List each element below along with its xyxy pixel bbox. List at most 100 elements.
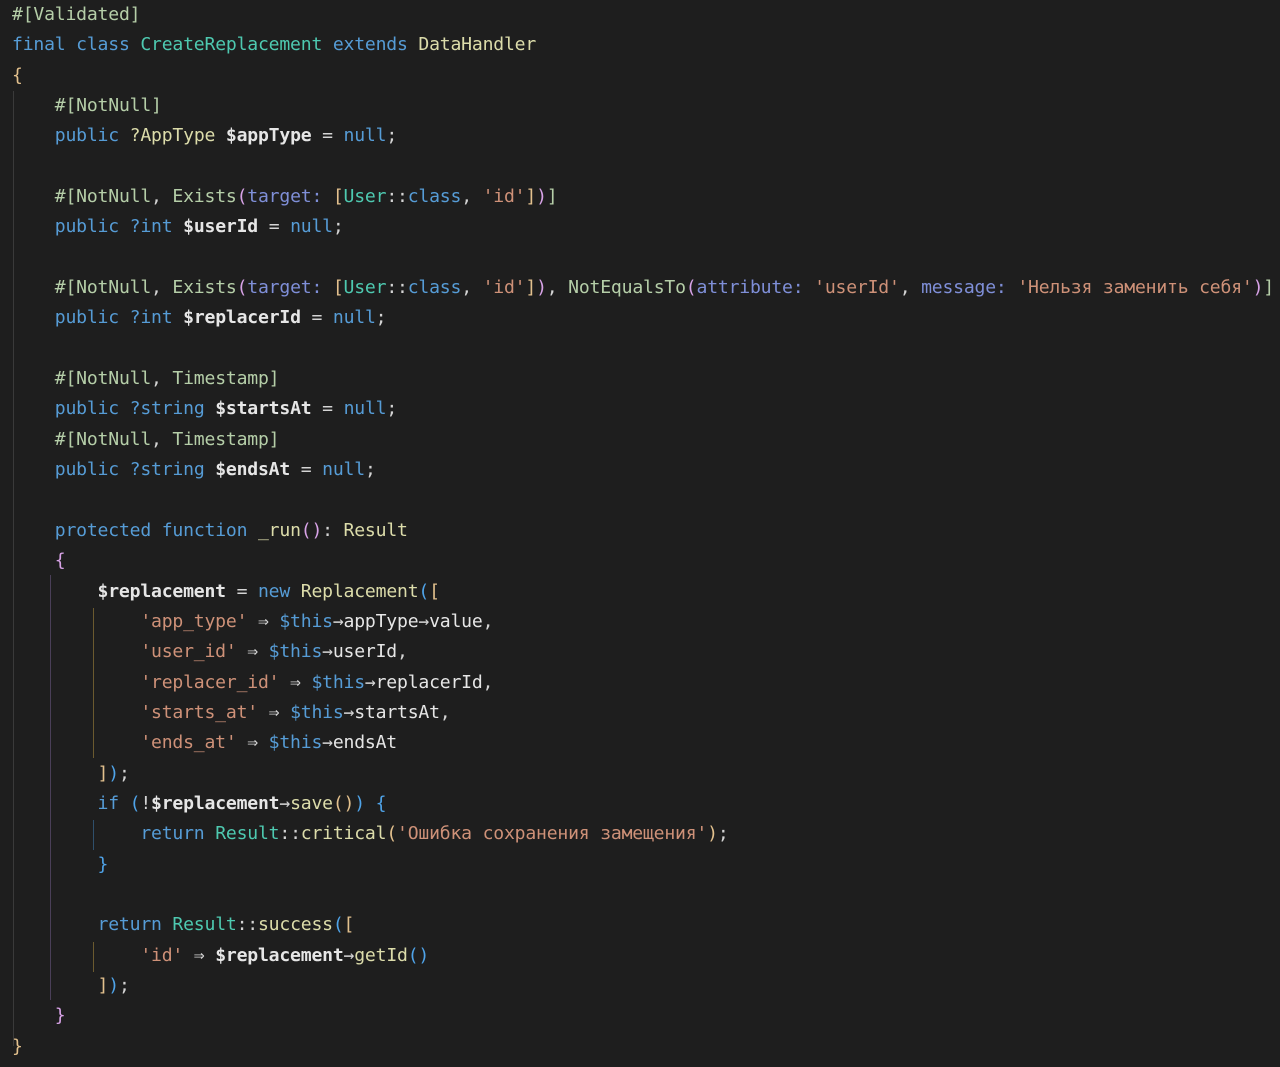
code-token: null [322, 459, 365, 481]
code-line[interactable]: ]); [12, 759, 1280, 789]
code-token: $appType [225, 125, 312, 147]
code-line[interactable]: { [12, 546, 1280, 576]
code-line[interactable]: return Result::critical('Ошибка сохранен… [12, 819, 1280, 849]
code-token: = [225, 580, 258, 602]
code-token: ( [236, 277, 248, 299]
code-line[interactable]: 'starts_at' ⇒ $this→startsAt, [12, 698, 1280, 728]
code-token: [ [332, 277, 344, 299]
code-line[interactable]: 'user_id' ⇒ $this→userId, [12, 637, 1280, 667]
code-line[interactable]: 'id' ⇒ $replacement→getId() [12, 941, 1280, 971]
code-token: Exists [172, 186, 237, 208]
code-token: return [97, 914, 162, 936]
code-line[interactable] [12, 486, 1280, 516]
code-token: , [899, 277, 922, 299]
code-token: ⇒ [236, 732, 269, 754]
code-token: $this [268, 641, 323, 663]
code-token: { [12, 64, 23, 86]
code-token: 'id' [482, 277, 526, 299]
code-line[interactable]: #[NotNull, Timestamp] [12, 425, 1280, 455]
code-token: , [151, 186, 173, 208]
code-line[interactable]: #[NotNull] [12, 91, 1280, 121]
code-token: () [300, 519, 323, 541]
code-line[interactable] [12, 334, 1280, 364]
code-text[interactable]: #[Validated] final class CreateReplacemen… [12, 0, 1280, 1062]
code-token: , [461, 277, 483, 299]
code-token: Replacement [300, 580, 419, 602]
code-token: , [439, 701, 451, 723]
code-line[interactable]: public ?int $userId = null; [12, 212, 1280, 242]
code-line[interactable]: public ?string $endsAt = null; [12, 455, 1280, 485]
code-line[interactable]: } [12, 850, 1280, 880]
code-token: = [258, 216, 291, 238]
code-token: NotNull [76, 428, 152, 450]
code-token: ( [386, 823, 398, 845]
code-line[interactable]: $replacement = new Replacement([ [12, 577, 1280, 607]
code-token: User [343, 277, 387, 299]
code-line[interactable] [12, 152, 1280, 182]
code-token: #[ [54, 95, 77, 117]
code-line[interactable]: return Result::success([ [12, 910, 1280, 940]
code-token: 'starts_at' [140, 701, 258, 723]
code-token: , [482, 610, 494, 632]
code-token: ; [118, 762, 130, 784]
code-line[interactable] [12, 880, 1280, 910]
code-line[interactable]: #[Validated] [12, 0, 1280, 30]
code-token: :: [386, 186, 408, 208]
code-token: → [343, 944, 355, 966]
code-line[interactable]: 'replacer_id' ⇒ $this→replacerId, [12, 668, 1280, 698]
code-line[interactable] [12, 243, 1280, 273]
code-line[interactable]: #[NotNull, Exists(target: [User::class, … [12, 273, 1280, 303]
code-token: :: [386, 277, 408, 299]
code-token: → [279, 792, 291, 814]
code-editor[interactable]: #[Validated] final class CreateReplacemen… [0, 0, 1280, 1067]
code-token: , [397, 641, 408, 663]
code-line[interactable]: } [12, 1001, 1280, 1031]
code-token: = [290, 459, 323, 481]
code-token: :: [279, 823, 301, 845]
code-token: ! [140, 792, 152, 814]
code-token: $replacement [151, 792, 280, 814]
code-token: ; [332, 216, 344, 238]
code-token: endsAt [332, 732, 398, 754]
code-line[interactable]: public ?int $replacerId = null; [12, 303, 1280, 333]
code-token: ) [536, 186, 547, 208]
code-token: replacerId [375, 671, 483, 693]
code-token: , [151, 277, 173, 299]
code-token: , [151, 428, 173, 450]
code-line[interactable]: } [12, 1032, 1280, 1062]
code-line[interactable]: 'ends_at' ⇒ $this→endsAt [12, 728, 1280, 758]
code-token: $startsAt [215, 398, 312, 420]
code-token: ; [364, 459, 376, 481]
code-line[interactable]: if (!$replacement→save()) { [12, 789, 1280, 819]
code-token: #[ [54, 277, 77, 299]
code-line[interactable]: { [12, 61, 1280, 91]
code-line[interactable]: protected function _run(): Result [12, 516, 1280, 546]
code-line[interactable]: public ?string $startsAt = null; [12, 394, 1280, 424]
code-line[interactable]: ]); [12, 971, 1280, 1001]
code-token: final [12, 34, 66, 56]
code-line[interactable]: final class CreateReplacement extends Da… [12, 30, 1280, 60]
code-token: ; [717, 823, 729, 845]
code-token: Timestamp [172, 428, 269, 450]
code-token: public [54, 398, 119, 420]
code-line[interactable]: #[NotNull, Exists(target: [User::class, … [12, 182, 1280, 212]
code-line[interactable]: public ?AppType $appType = null; [12, 121, 1280, 151]
code-line[interactable]: #[NotNull, Timestamp] [12, 364, 1280, 394]
code-line[interactable]: 'app_type' ⇒ $this→appType→value, [12, 607, 1280, 637]
code-token: success [257, 914, 333, 936]
